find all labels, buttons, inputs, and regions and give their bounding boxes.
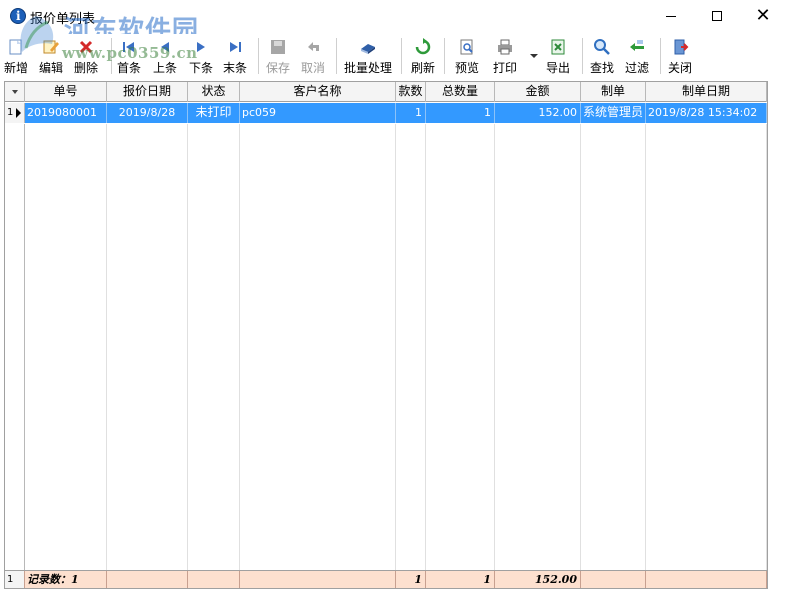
previous-record-button[interactable]: 上条 <box>153 36 177 76</box>
column-divider <box>239 124 240 570</box>
column-divider <box>580 124 581 570</box>
delete-x-icon <box>79 40 93 54</box>
save-button[interactable]: 保存 <box>266 36 290 76</box>
column-header-amount[interactable]: 金额 <box>495 82 581 102</box>
next-record-button[interactable]: 下条 <box>189 36 213 76</box>
table-row[interactable]: 1 2019080001 2019/8/28 未打印 pc059 1 1 152… <box>5 103 767 123</box>
save-icon <box>271 40 285 54</box>
toolbar-separator <box>444 38 445 74</box>
header-indicator[interactable] <box>5 82 25 102</box>
cell-quote-date[interactable]: 2019/8/28 <box>107 103 188 123</box>
row-indicator[interactable]: 1 <box>5 103 25 123</box>
footer-empty <box>646 571 767 588</box>
cell-total-qty[interactable]: 1 <box>426 103 495 123</box>
last-record-icon <box>230 42 241 52</box>
cell-creator[interactable]: 系统管理员 <box>581 103 646 123</box>
cell-created-at[interactable]: 2019/8/28 15:34:02 <box>646 103 767 123</box>
footer-index: 1 <box>5 571 25 588</box>
footer-amount-sum: 152.00 <box>495 571 581 588</box>
close-window-button[interactable]: ✕ <box>740 0 786 32</box>
column-header-order-no[interactable]: 单号 <box>25 82 107 102</box>
first-record-icon <box>123 42 134 52</box>
filter-button[interactable]: 过滤 <box>625 36 649 76</box>
print-button[interactable]: 打印 <box>493 36 517 76</box>
column-divider <box>645 124 646 570</box>
new-button[interactable]: 新增 <box>4 36 28 76</box>
cell-customer[interactable]: pc059 <box>240 103 396 123</box>
cell-status[interactable]: 未打印 <box>188 103 240 123</box>
next-record-icon <box>197 42 205 52</box>
column-header-created-at[interactable]: 制单日期 <box>646 82 767 102</box>
preview-button[interactable]: 预览 <box>455 36 479 76</box>
column-header-quote-date[interactable]: 报价日期 <box>107 82 188 102</box>
quote-list-grid[interactable]: 单号 报价日期 状态 客户名称 款数 总数量 金额 制单 制单日期 1 2019… <box>4 81 768 589</box>
column-header-styles[interactable]: 款数 <box>396 82 426 102</box>
column-divider <box>766 124 767 570</box>
minimize-icon <box>666 15 676 17</box>
current-row-arrow-icon <box>16 108 21 118</box>
column-divider <box>106 124 107 570</box>
find-button[interactable]: 查找 <box>590 36 614 76</box>
column-header-creator[interactable]: 制单 <box>581 82 646 102</box>
app-info-icon <box>10 8 26 24</box>
column-divider <box>24 124 25 570</box>
filter-icon <box>630 40 644 51</box>
toolbar-separator <box>401 38 402 74</box>
footer-record-count: 记录数：1 <box>25 571 107 588</box>
toolbar-separator <box>660 38 661 74</box>
edit-button[interactable]: 编辑 <box>39 36 63 76</box>
cell-styles[interactable]: 1 <box>396 103 426 123</box>
last-record-button[interactable]: 末条 <box>223 36 247 76</box>
footer-empty <box>581 571 646 588</box>
footer-total-qty-sum: 1 <box>426 571 495 588</box>
refresh-icon <box>415 38 431 55</box>
footer-empty <box>107 571 188 588</box>
first-record-button[interactable]: 首条 <box>117 36 141 76</box>
cancel-button[interactable]: 取消 <box>301 36 325 76</box>
column-divider <box>187 124 188 570</box>
column-divider <box>425 124 426 570</box>
toolbar-separator <box>582 38 583 74</box>
column-header-status[interactable]: 状态 <box>188 82 240 102</box>
undo-icon <box>308 42 319 51</box>
header-dropdown-icon <box>12 90 18 94</box>
footer-empty <box>188 571 240 588</box>
refresh-button[interactable]: 刷新 <box>411 36 435 76</box>
new-icon <box>9 39 22 55</box>
cell-amount[interactable]: 152.00 <box>495 103 581 123</box>
toolbar-separator <box>111 38 112 74</box>
summary-footer: 1 记录数：1 1 1 152.00 <box>5 570 767 588</box>
search-icon <box>594 39 610 55</box>
maximize-icon <box>712 11 722 21</box>
close-icon: ✕ <box>755 5 771 26</box>
footer-styles-sum: 1 <box>396 571 426 588</box>
export-excel-icon <box>551 39 565 55</box>
column-divider <box>494 124 495 570</box>
minimize-button[interactable] <box>648 0 694 32</box>
export-button[interactable]: 导出 <box>546 36 570 76</box>
exit-door-icon <box>674 39 689 55</box>
footer-empty <box>240 571 396 588</box>
cell-order-no[interactable]: 2019080001 <box>25 103 107 123</box>
toolbar-separator <box>258 38 259 74</box>
column-divider <box>395 124 396 570</box>
close-button[interactable]: 关闭 <box>668 36 692 76</box>
column-header-total-qty[interactable]: 总数量 <box>426 82 495 102</box>
preview-icon <box>460 39 473 55</box>
previous-record-icon <box>161 42 169 52</box>
toolbar-separator <box>336 38 337 74</box>
maximize-button[interactable] <box>694 0 740 32</box>
print-dropdown-arrow[interactable] <box>530 54 538 58</box>
toolbar: 新增 编辑 删除 首条 上条 下条 末条 保存 取消 批量处理 刷新 预览 打印… <box>0 34 786 78</box>
batch-book-icon <box>361 44 375 54</box>
edit-icon <box>43 40 59 54</box>
title-bar: 报价单列表 河东软件园 ✕ <box>0 0 786 46</box>
batch-process-button[interactable]: 批量处理 <box>344 36 392 76</box>
delete-button[interactable]: 删除 <box>74 36 98 76</box>
grid-header: 单号 报价日期 状态 客户名称 款数 总数量 金额 制单 制单日期 <box>5 82 767 102</box>
printer-icon <box>498 39 512 55</box>
column-header-customer[interactable]: 客户名称 <box>240 82 396 102</box>
